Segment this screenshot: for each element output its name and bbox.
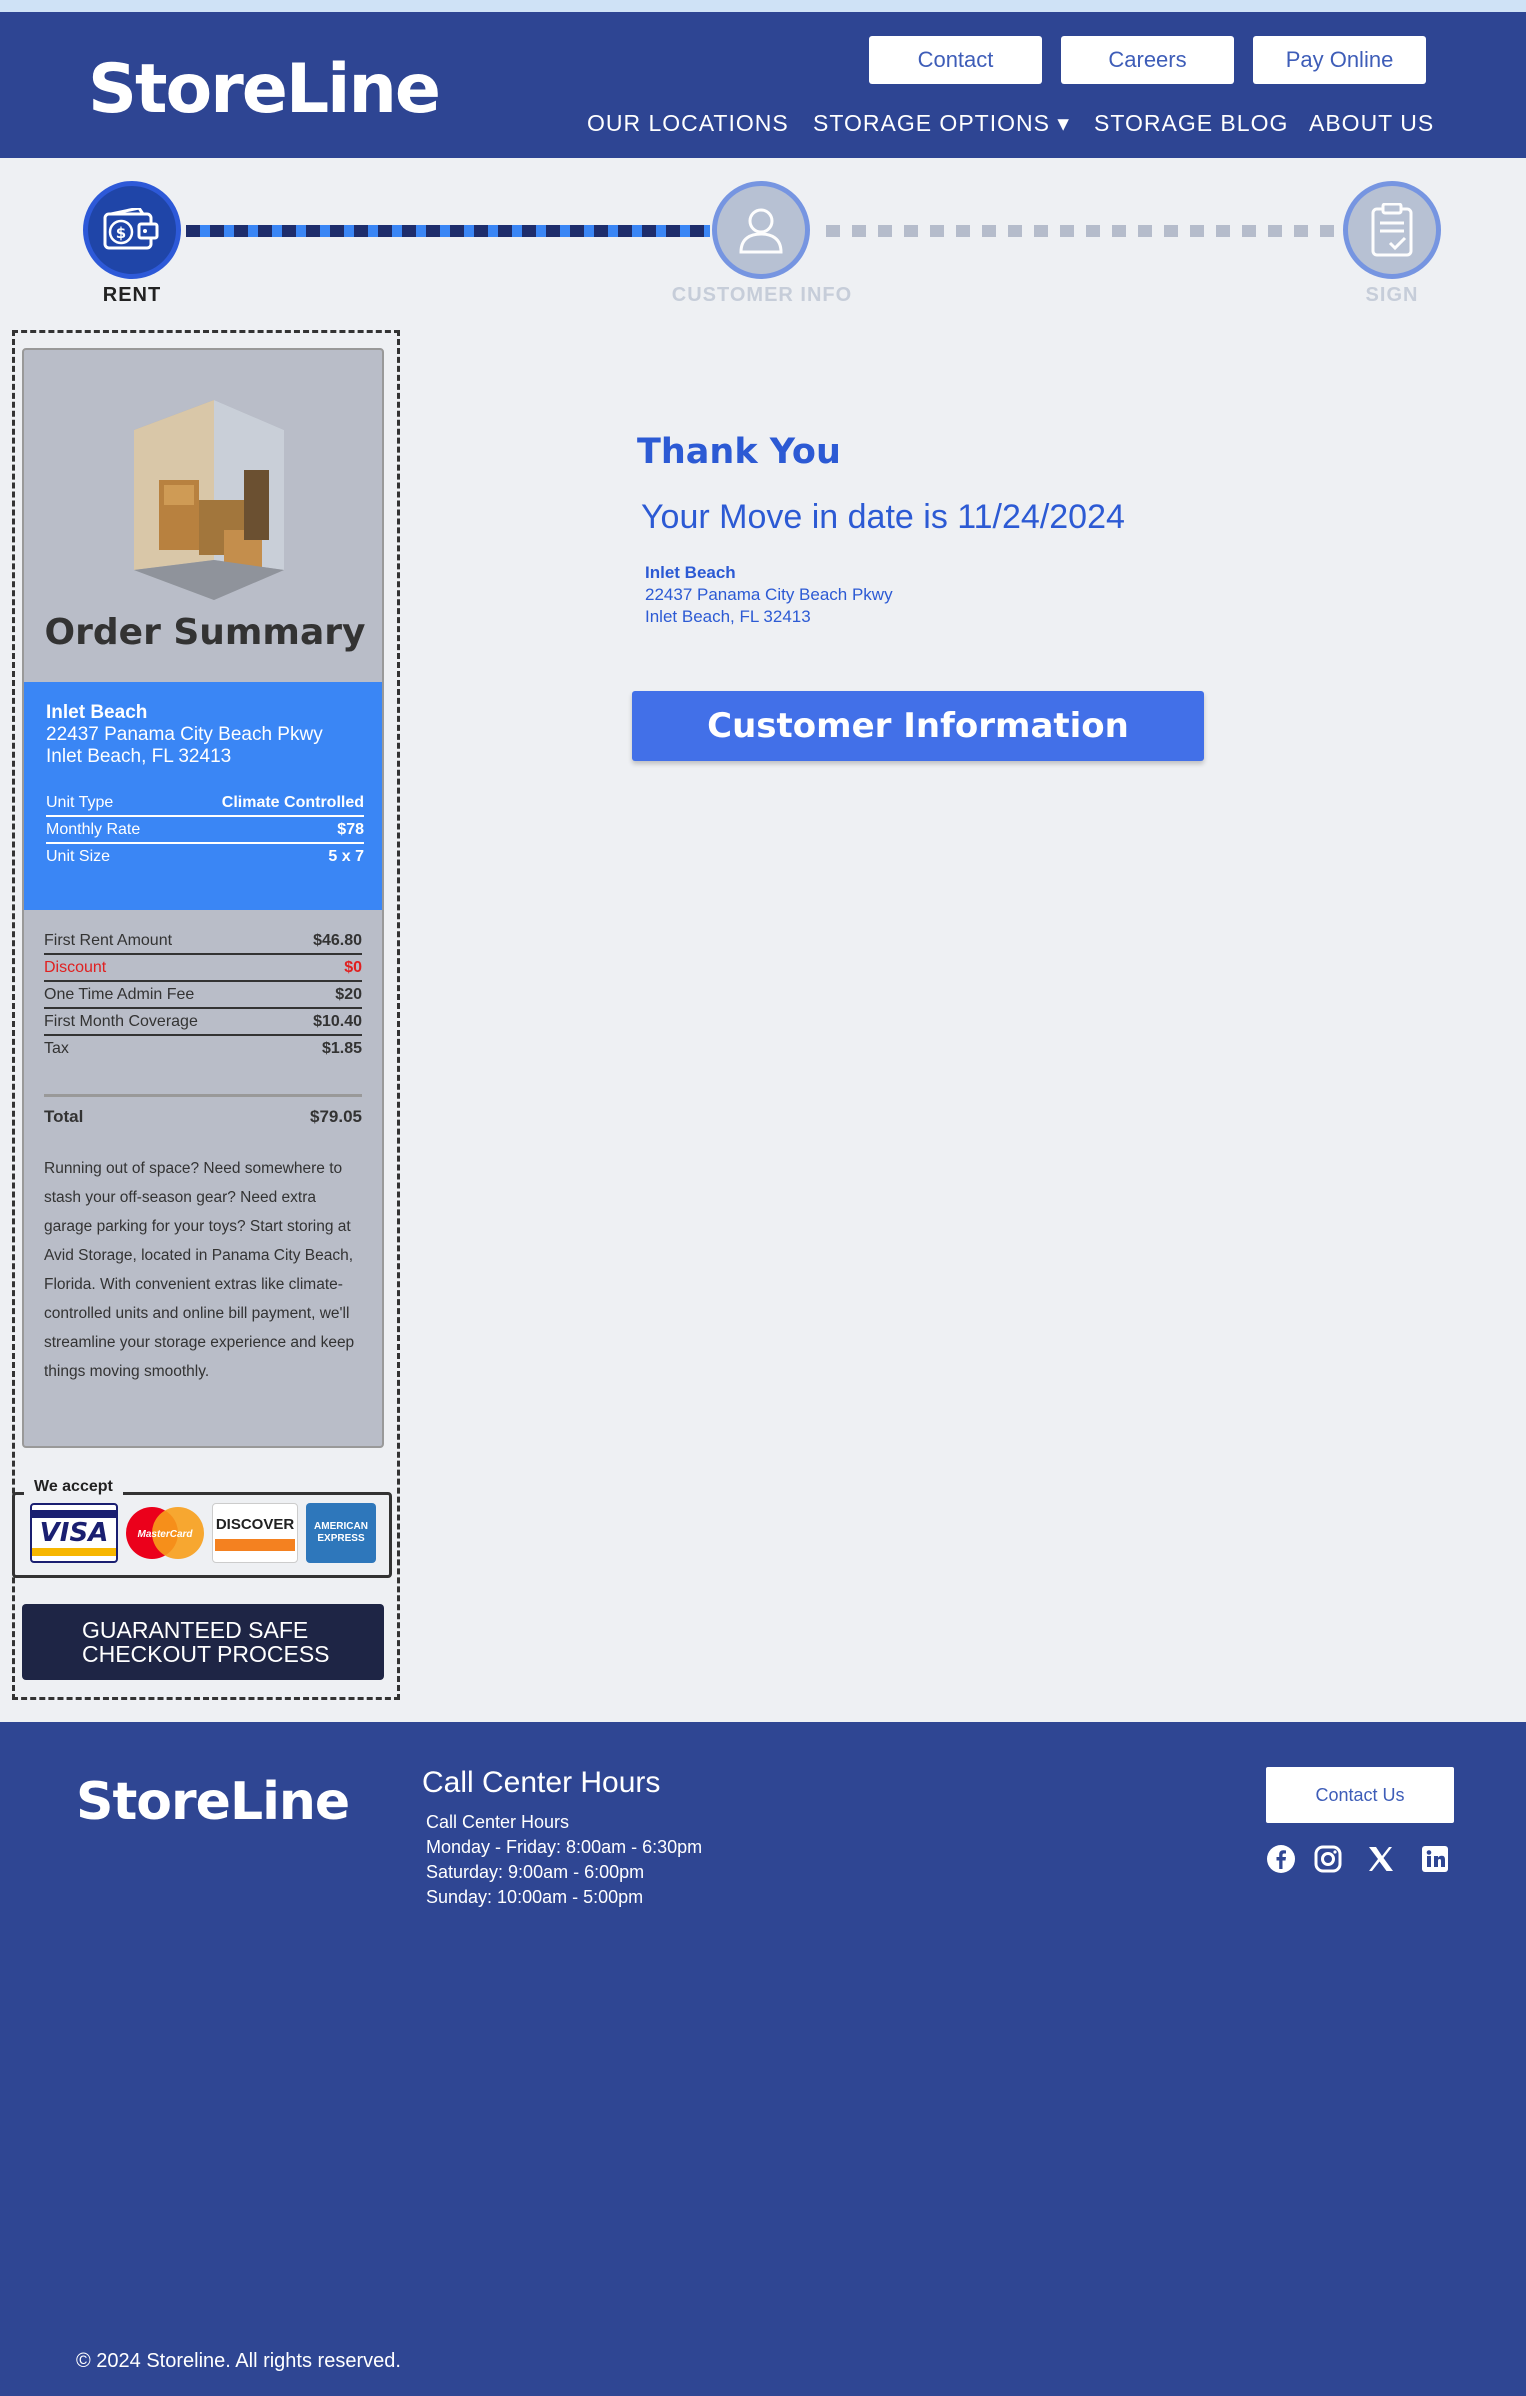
we-accept-label: We accept (24, 1478, 123, 1496)
tax-value: $1.85 (321, 1040, 362, 1057)
tax-row: Tax $1.85 (44, 1036, 362, 1061)
discount-label: Discount (44, 959, 107, 976)
facebook-icon[interactable] (1264, 1842, 1298, 1876)
coverage-value: $10.40 (313, 1013, 362, 1030)
facility-description: Running out of space? Need somewhere to … (44, 1160, 355, 1380)
admin-fee-value: $20 (335, 986, 362, 1003)
hours-line: Monday - Friday: 8:00am - 6:30pm (426, 1837, 703, 1857)
unit-type-value: Climate Controlled (221, 794, 364, 811)
contact-button[interactable]: Contact (869, 36, 1042, 84)
pay-online-button[interactable]: Pay Online (1253, 36, 1426, 84)
main-nav-blog: STORAGE BLOG (1094, 108, 1288, 138)
mastercard-icon: MasterCard (124, 1503, 206, 1563)
step-customer-info-label: CUSTOMER INFO (671, 284, 853, 306)
confirmation-location-name: Inlet Beach (645, 563, 736, 582)
admin-fee-label: One Time Admin Fee (44, 986, 195, 1003)
monthly-rate-label: Monthly Rate (46, 821, 141, 838)
first-rent-label: First Rent Amount (44, 932, 173, 949)
confirmation-location-city: Inlet Beach, FL 32413 (645, 607, 811, 626)
site-footer: StoreLine Call Center Hours Call Center … (0, 1722, 1526, 2396)
sidebar-location-street: 22437 Panama City Beach Pkwy (46, 724, 323, 745)
mastercard-text: MasterCard (137, 1529, 193, 1540)
hours-line: Saturday: 9:00am - 6:00pm (426, 1862, 645, 1882)
total-row: Total $79.05 (44, 1094, 362, 1127)
visa-card-icon: VISA (30, 1503, 118, 1563)
nav-storage-blog[interactable]: STORAGE BLOG (1094, 110, 1288, 137)
unit-type-row: Unit Type Climate Controlled (46, 790, 364, 817)
linkedin-icon[interactable] (1418, 1842, 1452, 1876)
unit-size-row: Unit Size 5 x 7 (46, 844, 364, 869)
copyright-text: © 2024 Storeline. All rights reserved. (76, 2350, 401, 2372)
move-in-date-text: Your Move in date is 11/24/2024 (641, 498, 1125, 536)
coverage-label: First Month Coverage (44, 1013, 198, 1030)
main-nav: OUR LOCATIONS (587, 108, 789, 138)
step-progress-line-pending (826, 225, 1342, 237)
sidebar-location-city: Inlet Beach, FL 32413 (46, 746, 232, 767)
step-progress-line-complete (186, 225, 710, 237)
guarantee-line2: CHECKOUT PROCESS (82, 1641, 330, 1667)
step-sign-label: SIGN (1365, 284, 1419, 306)
storeline-logo[interactable]: StoreLine (88, 50, 441, 129)
total-value: $79.05 (310, 1107, 362, 1126)
instagram-icon[interactable] (1311, 1842, 1345, 1876)
nav-storage-options[interactable]: STORAGE OPTIONS ▾ (813, 110, 1070, 137)
step-rent-label: RENT (102, 284, 162, 306)
site-header: StoreLine Contact Careers Pay Online OUR… (0, 12, 1526, 158)
guaranteed-safe-checkout-badge: GUARANTEED SAFE CHECKOUT PROCESS (22, 1604, 384, 1680)
discover-card-icon: DISCOVER (212, 1503, 298, 1563)
nav-our-locations[interactable]: OUR LOCATIONS (587, 110, 789, 137)
unit-details-block: Inlet Beach 22437 Panama City Beach Pkwy… (24, 682, 382, 910)
x-icon[interactable] (1364, 1842, 1398, 1876)
hours-line: Sunday: 10:00am - 5:00pm (426, 1887, 644, 1907)
wallet-money-icon: $ (103, 208, 159, 250)
customer-information-button[interactable]: Customer Information (632, 691, 1204, 761)
call-center-hours-title: Call Center Hours (422, 1766, 661, 1799)
careers-button[interactable]: Careers (1061, 36, 1234, 84)
first-rent-value: $46.80 (313, 932, 362, 949)
step-customer-info-circle[interactable] (712, 181, 810, 279)
hours-line: Call Center Hours (426, 1812, 570, 1832)
discount-row: Discount $0 (44, 955, 362, 982)
discount-value: $0 (344, 959, 362, 976)
top-strip (0, 0, 1526, 12)
guarantee-line1: GUARANTEED SAFE (82, 1617, 309, 1643)
user-icon (739, 208, 783, 254)
amex-card-icon: AMERICAN EXPRESS (306, 1503, 376, 1563)
storage-unit-image (134, 400, 284, 600)
main-nav-about: ABOUT US (1309, 108, 1434, 138)
tax-label: Tax (44, 1040, 69, 1057)
call-center-hours-list: Call Center Hours Monday - Friday: 8:00a… (426, 1810, 702, 1910)
unit-size-label: Unit Size (46, 848, 111, 865)
unit-size-value: 5 x 7 (328, 848, 364, 865)
thank-you-heading: Thank You (637, 432, 841, 472)
main-nav-storage: STORAGE OPTIONS ▾ (813, 108, 1070, 138)
admin-fee-row: One Time Admin Fee $20 (44, 982, 362, 1009)
sidebar-location-name: Inlet Beach (46, 702, 148, 723)
step-rent-circle[interactable]: $ (83, 181, 181, 279)
svg-text:$: $ (116, 224, 126, 242)
first-rent-row: First Rent Amount $46.80 (44, 928, 362, 955)
coverage-row: First Month Coverage $10.40 (44, 1009, 362, 1036)
clipboard-check-icon (1371, 203, 1413, 257)
unit-type-label: Unit Type (46, 794, 114, 811)
confirmation-location-street: 22437 Panama City Beach Pkwy (645, 585, 893, 604)
monthly-rate-value: $78 (337, 821, 364, 838)
order-summary-title: Order Summary (44, 612, 366, 653)
nav-about-us[interactable]: ABOUT US (1309, 110, 1434, 137)
monthly-rate-row: Monthly Rate $78 (46, 817, 364, 844)
total-label: Total (44, 1107, 84, 1126)
confirmation-address: Inlet Beach 22437 Panama City Beach Pkwy… (645, 562, 893, 628)
footer-logo[interactable]: StoreLine (76, 1772, 350, 1832)
footer-contact-us-button[interactable]: Contact Us (1266, 1767, 1454, 1823)
cost-breakdown: First Rent Amount $46.80 Discount $0 One… (44, 928, 362, 1061)
step-sign-circle[interactable] (1343, 181, 1441, 279)
